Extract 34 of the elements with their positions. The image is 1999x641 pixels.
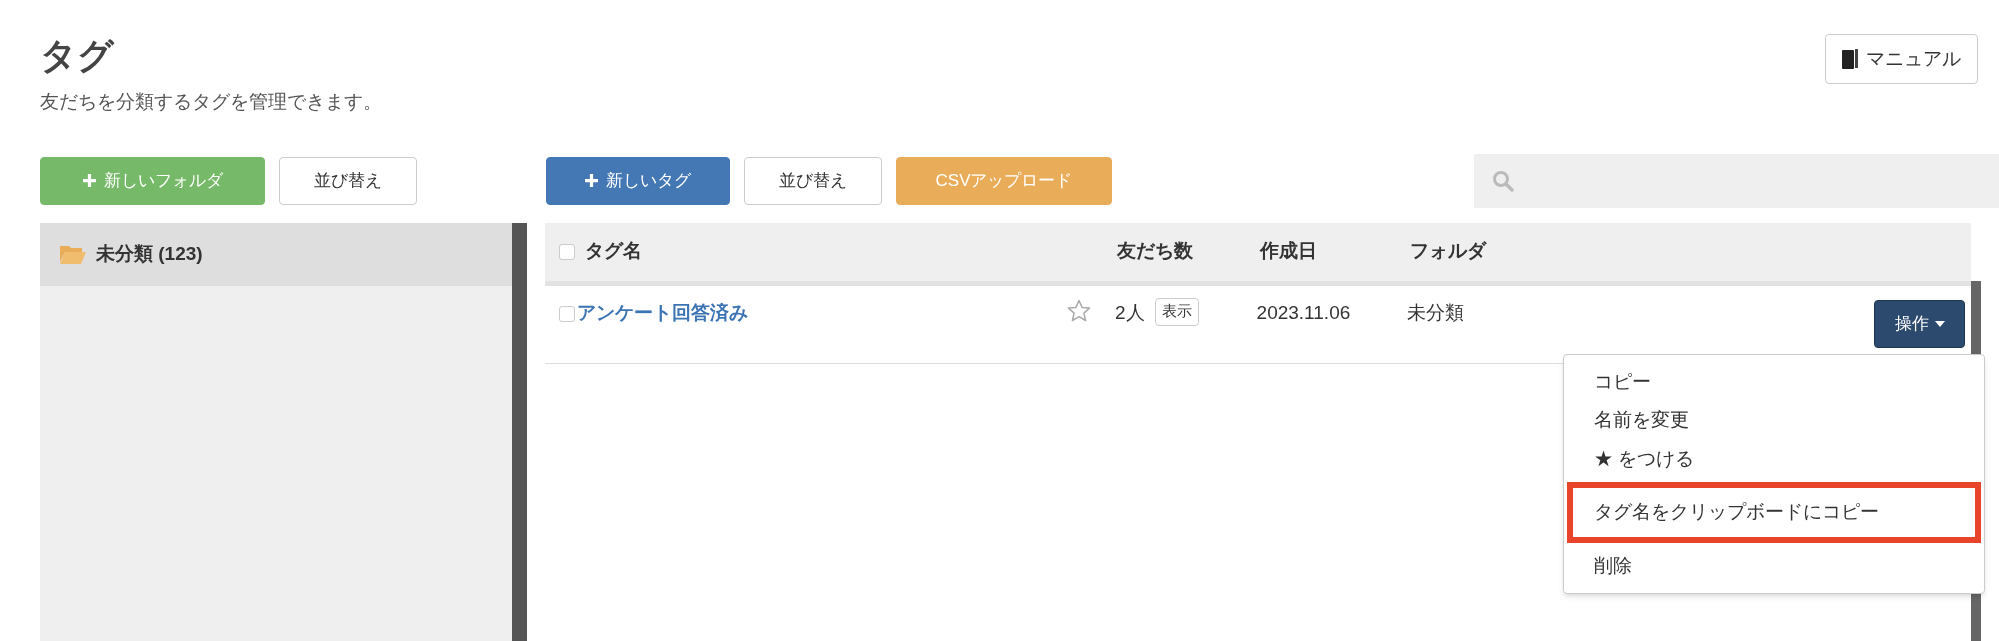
splitter-bar[interactable] (512, 222, 527, 641)
plus-icon (82, 174, 96, 187)
page-subtitle: 友だちを分類するタグを管理できます。 (40, 90, 382, 114)
checkbox[interactable] (559, 243, 575, 260)
column-header: タグ名 (585, 239, 643, 264)
column-header: 友だち数 (1116, 239, 1194, 264)
checkbox[interactable] (559, 305, 575, 322)
folder-icon (60, 244, 86, 264)
search-field[interactable] (1474, 153, 1999, 208)
menu-item[interactable]: ★ をつける (1564, 439, 1984, 478)
folder-name: 未分類 (1406, 300, 1464, 325)
caret-icon (1934, 320, 1945, 327)
view-button[interactable]: 表示 (1154, 297, 1199, 326)
sort-button[interactable]: 並び替え (279, 156, 417, 205)
column-header: 作成日 (1260, 239, 1318, 264)
folder-item[interactable]: 未分類 (123) (40, 222, 512, 286)
menu-item[interactable]: タグ名をクリップボードにコピー (1567, 482, 1981, 543)
menu-item[interactable]: 削除 (1564, 546, 1984, 585)
search-icon (1492, 169, 1514, 192)
sort-button[interactable]: 並び替え (744, 156, 882, 205)
column-header: フォルダ (1410, 239, 1486, 264)
friend-count: 2人 (1115, 300, 1145, 325)
created-date: 2023.11.06 (1256, 300, 1352, 325)
menu-item[interactable]: 名前を変更 (1564, 401, 1984, 440)
page-title: タグ (40, 34, 116, 78)
book-icon (1842, 49, 1858, 69)
action-button[interactable]: 操作 (1874, 299, 1965, 348)
add-button[interactable]: 新しいタグ (546, 156, 730, 205)
plus-icon (585, 174, 598, 187)
manual-button[interactable]: マニュアル (1825, 34, 1978, 84)
star-icon[interactable] (1067, 298, 1091, 323)
menu-item[interactable]: コピー (1564, 362, 1984, 401)
tag-link[interactable]: アンケート回答済み (577, 297, 1067, 327)
folder-name: 未分類 (123) (96, 241, 203, 266)
